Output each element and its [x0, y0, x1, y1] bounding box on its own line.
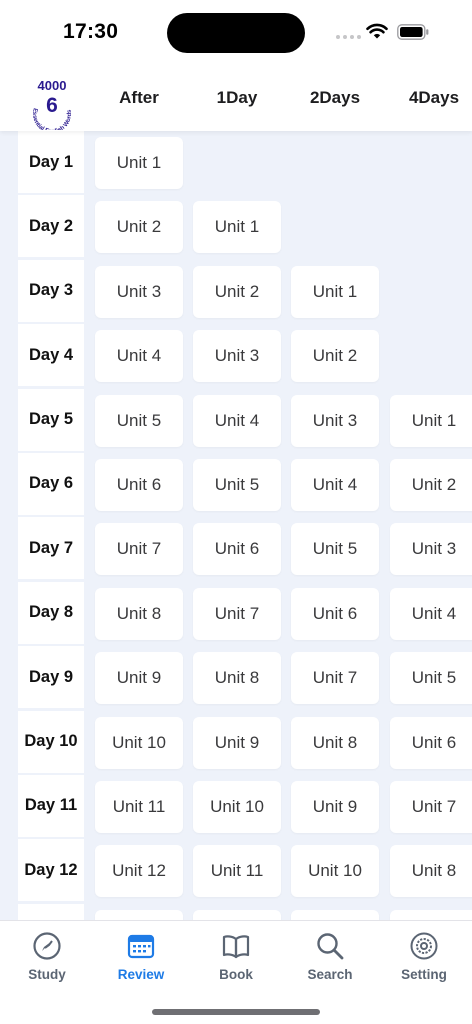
book-icon [222, 935, 250, 959]
home-indicator[interactable] [152, 1009, 320, 1015]
schedule-header: Essential English Words 4000 6 After 1Da… [0, 66, 472, 131]
unit-card[interactable]: Unit 6 [291, 587, 379, 640]
unit-card[interactable]: Unit 12 [95, 845, 183, 898]
unit-card[interactable]: Unit 8 [193, 652, 281, 705]
table-row: Unit 7 Unit 6 Unit 5 Unit 3 [0, 517, 472, 581]
table-row: Unit 6 Unit 5 Unit 4 Unit 2 [0, 453, 472, 517]
tab-search-label: Search [307, 967, 353, 982]
battery-icon [397, 24, 429, 40]
unit-card[interactable]: Unit 3 [390, 523, 472, 576]
unit-card[interactable]: Unit 4 [193, 394, 281, 447]
unit-card[interactable]: Unit 3 [193, 330, 281, 383]
table-row: Unit 5 Unit 4 Unit 3 Unit 1 [0, 389, 472, 453]
column-header-2days: 2Days [309, 88, 361, 107]
unit-card[interactable]: Unit 10 [193, 781, 281, 833]
tab-search[interactable]: Search [285, 931, 375, 982]
unit-card[interactable]: Unit 5 [193, 459, 281, 511]
tab-setting-label: Setting [401, 967, 447, 982]
unit-card[interactable]: Unit 2 [193, 265, 281, 318]
table-row: Unit 8 Unit 7 Unit 6 Unit 4 [0, 582, 472, 646]
unit-card[interactable]: Unit 4 [291, 459, 379, 511]
logo-number: 6 [46, 94, 58, 117]
tab-review[interactable]: Review [96, 931, 186, 982]
unit-card[interactable]: Unit 7 [390, 781, 472, 833]
tab-book[interactable]: Book [191, 931, 281, 982]
unit-card[interactable]: Unit 9 [291, 781, 379, 833]
unit-card[interactable]: Unit 6 [390, 716, 472, 769]
gear-icon [410, 932, 438, 960]
unit-card[interactable]: Unit 2 [390, 459, 472, 511]
unit-card[interactable]: Unit 10 [291, 845, 379, 898]
table-row: Unit 3 Unit 2 Unit 1 [0, 260, 472, 324]
unit-card[interactable]: Unit 9 [193, 716, 281, 769]
unit-card[interactable]: Unit 8 [95, 587, 183, 640]
unit-card[interactable]: Unit 6 [95, 459, 183, 511]
unit-card[interactable]: Unit 5 [95, 394, 183, 447]
tab-bar: Study Review Book Search Setting [0, 920, 472, 1024]
unit-card[interactable]: Unit 5 [291, 523, 379, 576]
table-row: Unit 4 Unit 3 Unit 2 [0, 324, 472, 388]
unit-card[interactable]: Unit 4 [95, 330, 183, 383]
dynamic-island [167, 13, 305, 53]
table-row: Unit 2 Unit 1 [0, 195, 472, 259]
table-row: Unit 10 Unit 9 Unit 8 Unit 6 [0, 711, 472, 775]
table-row: Unit 1 [0, 131, 472, 195]
unit-card[interactable]: Unit 9 [95, 652, 183, 705]
search-icon [317, 933, 344, 960]
tab-study-label: Study [28, 967, 66, 982]
unit-card[interactable]: Unit 11 [193, 845, 281, 898]
review-screen: 17:30 Essential English Words 4000 6 Aft [0, 0, 472, 1024]
status-time: 17:30 [63, 20, 119, 43]
wifi-icon [366, 23, 388, 39]
tab-review-label: Review [117, 967, 165, 982]
unit-card[interactable]: Unit 5 [390, 652, 472, 705]
app-logo: Essential English Words 4000 6 [28, 78, 76, 130]
unit-card[interactable]: Unit 1 [291, 265, 379, 318]
unit-card[interactable]: Unit 6 [193, 523, 281, 576]
table-row: Unit 9 Unit 8 Unit 7 Unit 5 [0, 646, 472, 710]
unit-card[interactable]: Unit 7 [291, 652, 379, 705]
tab-book-label: Book [219, 967, 253, 982]
logo-top-text: 4000 [38, 78, 67, 93]
unit-card[interactable]: Unit 7 [95, 523, 183, 576]
compass-icon [33, 932, 61, 960]
tab-study[interactable]: Study [2, 931, 92, 982]
table-row: Unit 12 Unit 11 Unit 10 Unit 8 [0, 839, 472, 903]
unit-card[interactable]: Unit 2 [95, 201, 183, 254]
unit-card[interactable]: Unit 1 [95, 137, 183, 189]
unit-card[interactable]: Unit 7 [193, 587, 281, 640]
column-header-4days: 4Days [408, 88, 460, 107]
unit-card[interactable]: Unit 4 [390, 587, 472, 640]
calendar-icon [127, 934, 155, 959]
cellular-signal-icon [336, 35, 361, 39]
unit-card[interactable]: Unit 1 [390, 394, 472, 447]
unit-card[interactable]: Unit 1 [193, 201, 281, 254]
unit-card[interactable]: Unit 11 [95, 781, 183, 833]
unit-card[interactable]: Unit 2 [291, 330, 379, 383]
unit-card[interactable]: Unit 10 [95, 716, 183, 769]
unit-card[interactable]: Unit 8 [390, 845, 472, 898]
tab-setting[interactable]: Setting [379, 931, 469, 982]
unit-card[interactable]: Unit 3 [95, 265, 183, 318]
column-header-1day: 1Day [216, 88, 258, 107]
table-row: Unit 11 Unit 10 Unit 9 Unit 7 [0, 775, 472, 839]
unit-card[interactable]: Unit 8 [291, 716, 379, 769]
unit-card[interactable]: Unit 3 [291, 394, 379, 447]
column-header-after: After [119, 88, 159, 107]
status-bar: 17:30 [0, 0, 472, 66]
